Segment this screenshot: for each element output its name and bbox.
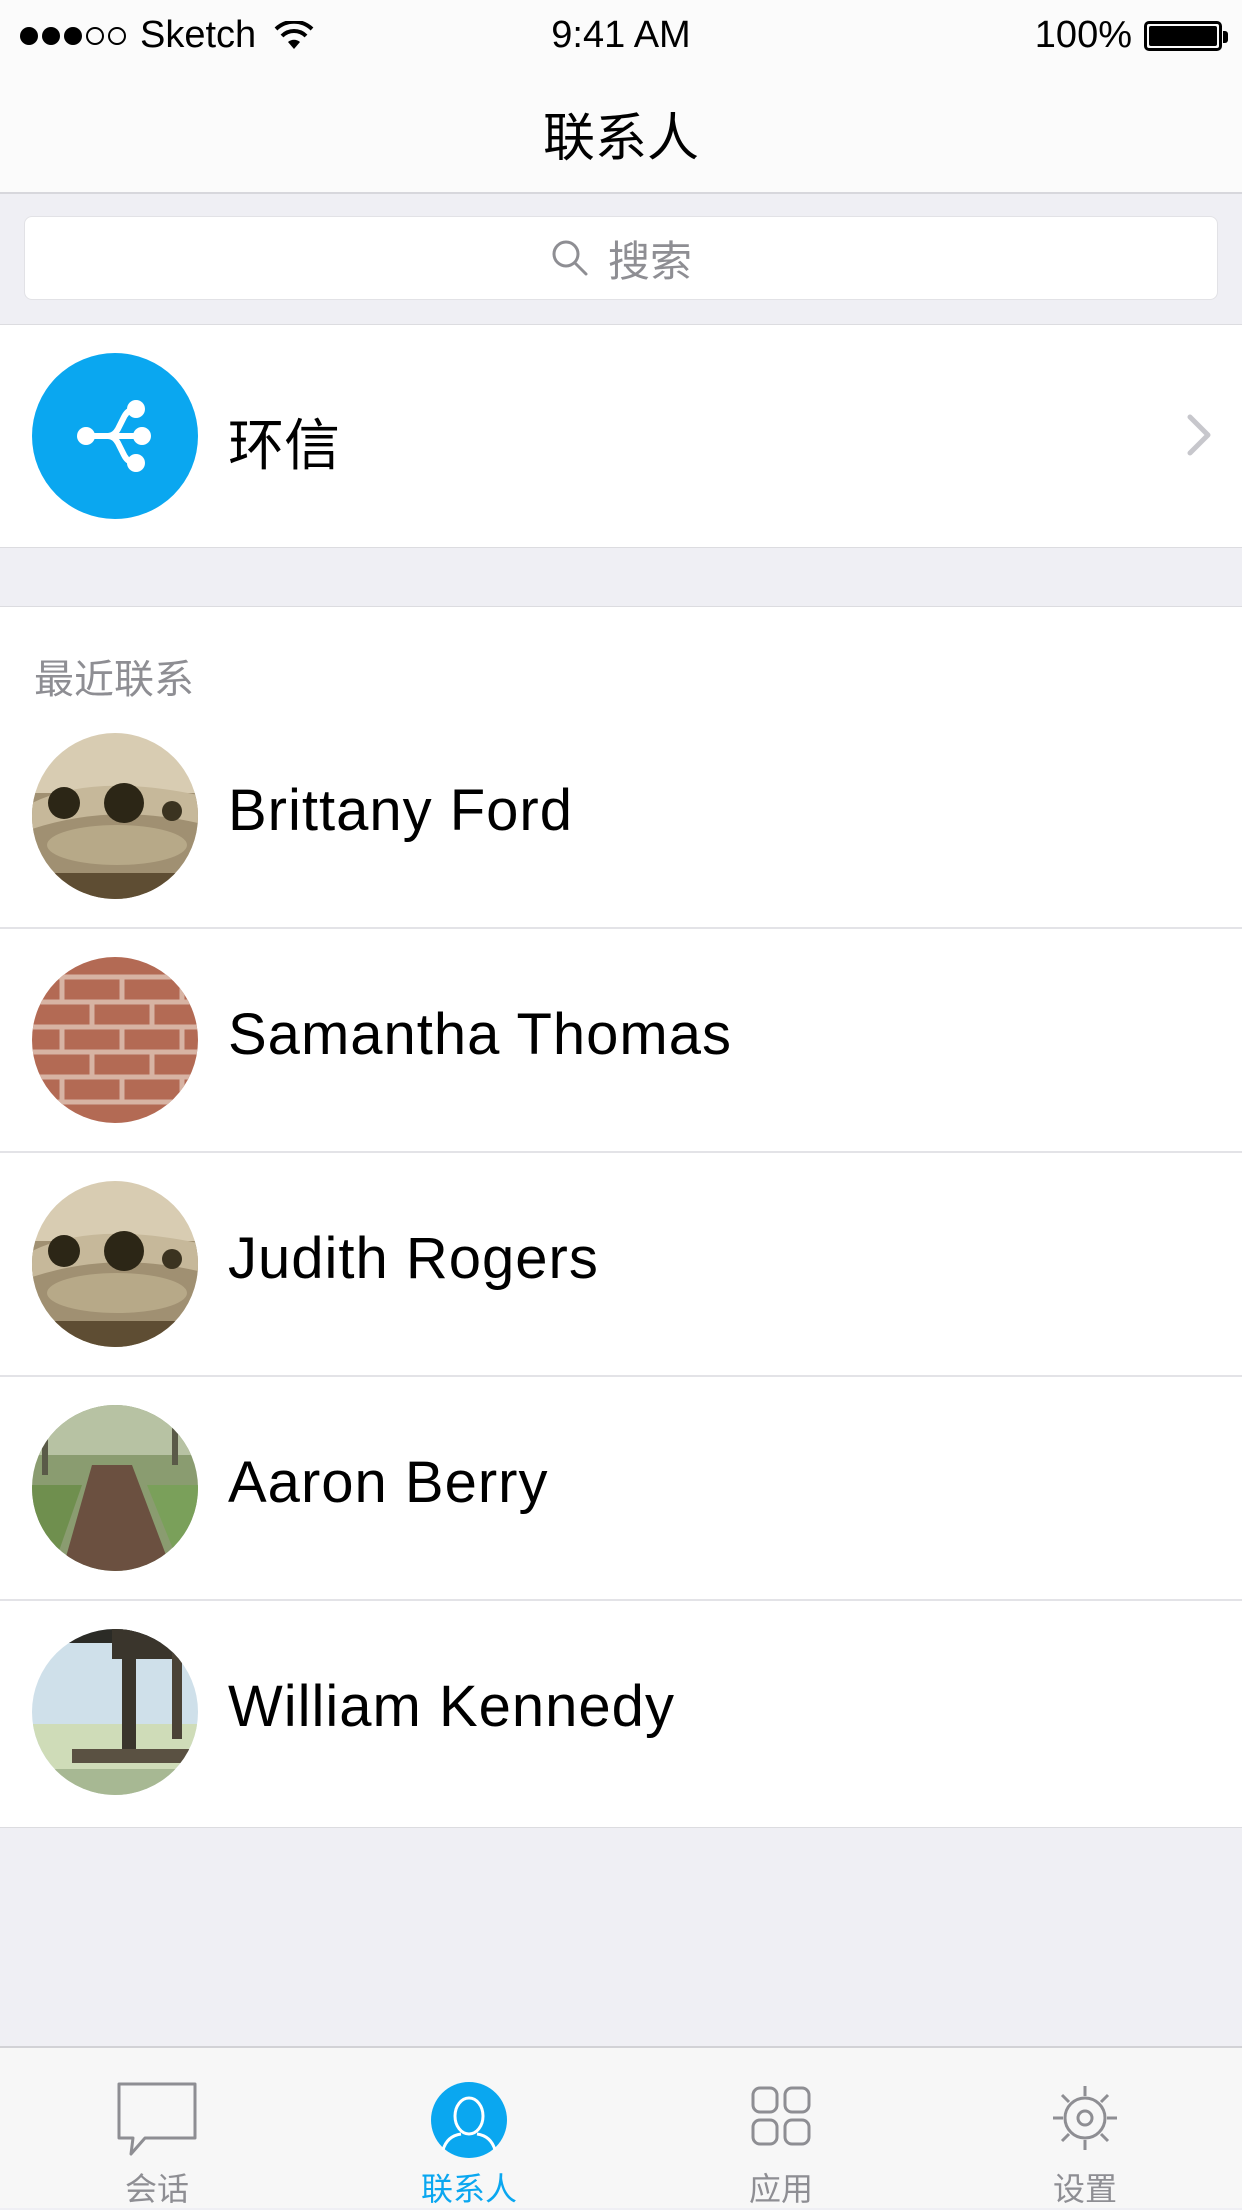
tab-label: 设置	[1052, 2171, 1117, 2207]
avatar	[32, 957, 198, 1123]
tab-settings[interactable]: 设置	[930, 2048, 1240, 2208]
contact-row[interactable]: Judith Rogers	[0, 1153, 1242, 1377]
avatar	[32, 733, 198, 899]
battery-percent: 100%	[1034, 14, 1132, 56]
tab-contacts[interactable]: 联系人	[314, 2048, 624, 2208]
search-placeholder: 搜索	[607, 237, 692, 285]
person-icon	[431, 2082, 507, 2158]
apps-grid-icon	[751, 2086, 811, 2146]
chevron-right-icon	[1187, 414, 1211, 456]
service-name: 环信	[228, 414, 340, 477]
contact-name: William Kennedy	[228, 1674, 675, 1739]
status-bar: Sketch 9:41 AM 100%	[0, 0, 1242, 70]
recent-contacts-section: 最近联系 Brittany Ford Samantha Thomas Judit…	[0, 606, 1242, 1828]
page-title: 联系人	[542, 110, 699, 168]
status-right: 100%	[1034, 14, 1228, 57]
avatar	[32, 1405, 198, 1571]
contact-name: Brittany Ford	[228, 778, 573, 843]
gear-icon	[1053, 2086, 1117, 2150]
contact-name: Judith Rogers	[228, 1226, 599, 1291]
navigation-bar: 联系人	[0, 70, 1242, 194]
chat-bubble-icon	[117, 2082, 197, 2156]
tab-bar: 会话 联系人 应用 设置	[0, 2046, 1242, 2208]
section-header: 最近联系	[34, 658, 194, 702]
avatar	[32, 1181, 198, 1347]
service-row-huanxin[interactable]: 环信	[0, 324, 1242, 548]
huanxin-avatar	[32, 353, 198, 519]
contact-name: Samantha Thomas	[228, 1002, 732, 1067]
search-icon	[552, 240, 588, 276]
tab-label: 会话	[124, 2171, 189, 2207]
tab-conversations[interactable]: 会话	[2, 2048, 312, 2208]
tab-label: 联系人	[420, 2171, 517, 2207]
avatar	[32, 1629, 198, 1795]
contact-row[interactable]: Aaron Berry	[0, 1377, 1242, 1601]
contact-row[interactable]: Brittany Ford	[0, 705, 1242, 929]
contact-name: Aaron Berry	[228, 1450, 549, 1515]
share-network-icon	[77, 400, 151, 472]
contact-row[interactable]: William Kennedy	[0, 1601, 1242, 1825]
battery-icon	[1144, 20, 1228, 51]
search-input[interactable]: 搜索	[24, 216, 1218, 300]
contact-row[interactable]: Samantha Thomas	[0, 929, 1242, 1153]
tab-apps[interactable]: 应用	[626, 2048, 936, 2208]
tab-label: 应用	[748, 2171, 813, 2207]
